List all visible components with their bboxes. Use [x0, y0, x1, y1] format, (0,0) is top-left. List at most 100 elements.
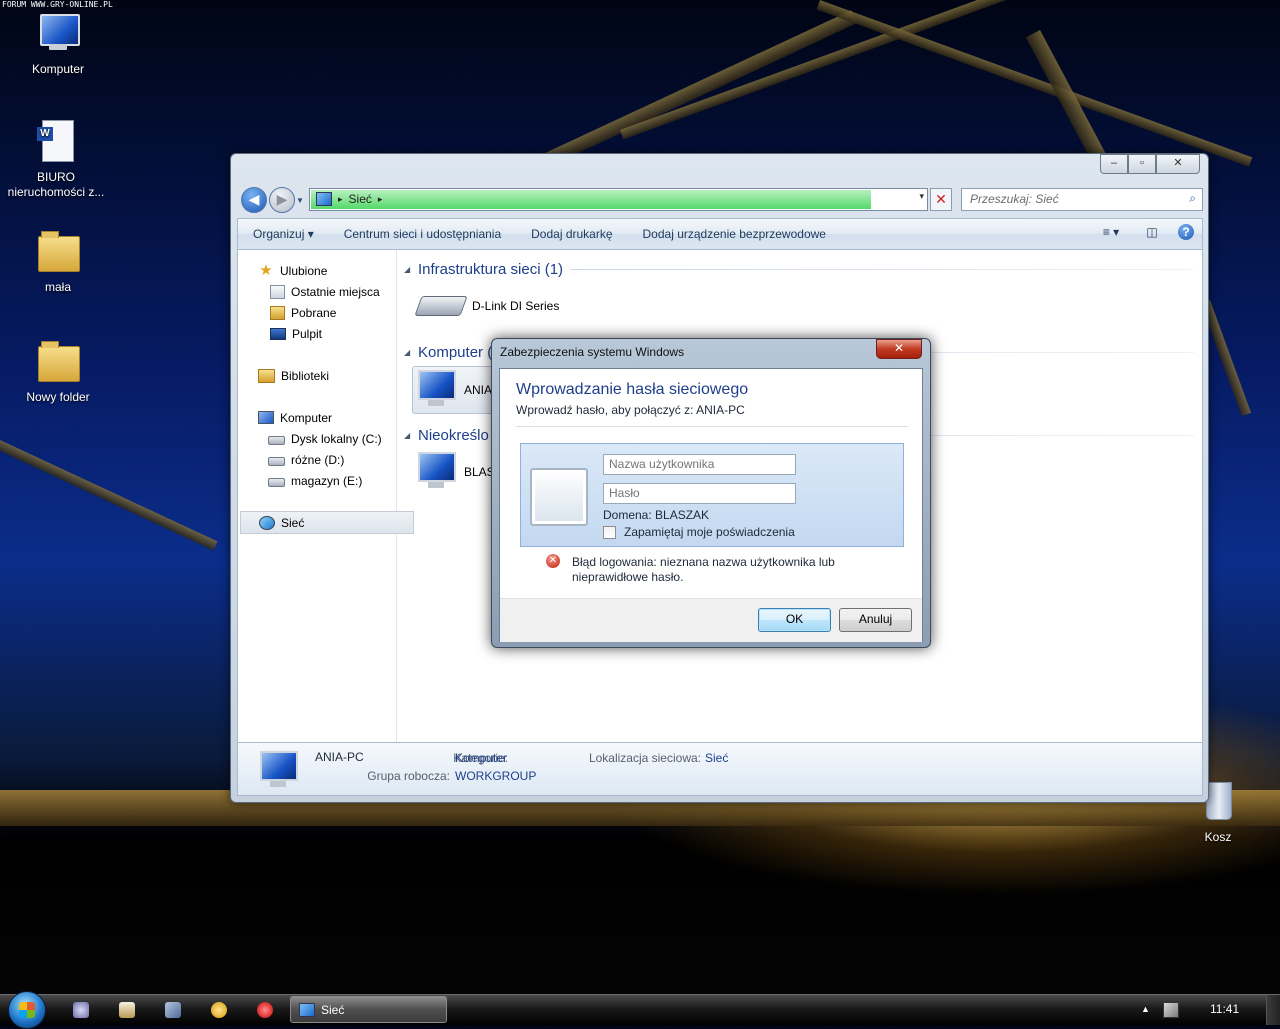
desktop-icon-mala[interactable]: mała	[2, 228, 114, 295]
clock[interactable]: 11:41	[1210, 1002, 1239, 1016]
taskbar-button-label: Sieć	[321, 1002, 345, 1017]
back-button[interactable]: ◀	[241, 187, 267, 213]
desktop-icon-komputer[interactable]: Komputer	[2, 10, 114, 77]
details-name: ANIA-PC	[315, 750, 364, 764]
nav-label: Sieć	[281, 515, 305, 530]
nav-item-drive-e[interactable]: magazyn (E:)	[238, 470, 426, 491]
command-bar: Organizuj ▾ Centrum sieci i udostępniani…	[237, 218, 1203, 249]
computer-icon	[258, 411, 274, 424]
caption-buttons: ‒ ▫ ✕	[1100, 154, 1200, 174]
group-title: Komputer (	[418, 343, 493, 361]
nav-label: Dysk lokalny (C:)	[291, 431, 382, 446]
collapse-triangle-icon[interactable]: ◢	[404, 265, 418, 274]
group-header-infrastructure[interactable]: ◢ Infrastruktura sieci (1)	[404, 259, 1194, 279]
file-item-ania-pc[interactable]: ANIA	[412, 366, 497, 414]
address-bar[interactable]: ▸ Sieć ▸ ▾	[309, 188, 928, 211]
nav-item-drive-c[interactable]: Dysk lokalny (C:)	[238, 428, 426, 449]
opera-browser-icon[interactable]	[257, 1002, 273, 1018]
nav-item-recent[interactable]: Ostatnie miejsca	[238, 281, 428, 302]
remember-label: Zapamiętaj moje poświadczenia	[624, 525, 795, 539]
stop-loading-button[interactable]: ✕	[930, 188, 952, 211]
breadcrumb-siec[interactable]: Sieć	[349, 192, 372, 206]
nav-item-downloads[interactable]: Pobrane	[238, 302, 428, 323]
details-category-value: Komputer	[455, 751, 508, 765]
credentials-dialog: Zabezpieczenia systemu Windows ✕ Wprowad…	[491, 338, 931, 648]
nav-label: różne (D:)	[291, 452, 345, 467]
quicklaunch-notepad-icon[interactable]	[119, 1002, 135, 1018]
downloads-folder-icon	[270, 305, 285, 320]
computer-icon	[34, 10, 82, 58]
views-icon[interactable]: ≡ ▾	[1096, 224, 1126, 240]
group-title: Infrastruktura sieci (1)	[418, 260, 564, 278]
domain-text: Domena: BLASZAK	[603, 508, 710, 522]
desktop-icon-label: BIURO nieruchomości z...	[7, 170, 105, 199]
checkbox-icon[interactable]	[603, 525, 616, 539]
dialog-footer: OK Anuluj	[500, 598, 922, 642]
group-title: Nieokreślo	[418, 426, 489, 444]
help-icon[interactable]: ?	[1178, 224, 1194, 240]
add-wireless-device-button[interactable]: Dodaj urządzenie bezprzewodowe	[628, 227, 841, 241]
nav-label: Komputer	[280, 410, 333, 425]
navigation-pane: ★ Ulubione Ostatnie miejsca Pobrane Pulp…	[238, 250, 414, 742]
preview-pane-icon[interactable]: ◫	[1144, 224, 1160, 240]
remember-credentials-checkbox[interactable]: Zapamiętaj moje poświadczenia	[603, 525, 795, 539]
nav-item-drive-d[interactable]: różne (D:)	[238, 449, 426, 470]
router-icon	[414, 296, 468, 316]
cancel-button[interactable]: Anuluj	[839, 608, 912, 632]
minimize-button[interactable]: ‒	[1100, 154, 1128, 174]
desktop-icon-label: mała	[44, 280, 71, 294]
nav-item-libraries[interactable]: Biblioteki	[238, 365, 416, 386]
collapse-triangle-icon[interactable]: ◢	[404, 348, 418, 357]
nav-item-computer[interactable]: Komputer	[238, 407, 416, 428]
file-item-blaszak[interactable]: BLAS	[416, 452, 495, 492]
nav-item-desktop[interactable]: Pulpit	[238, 323, 428, 344]
show-hidden-icons-icon[interactable]: ▲	[1141, 1004, 1150, 1014]
ok-button[interactable]: OK	[758, 608, 831, 632]
file-item-dlink[interactable]: D-Link DI Series	[414, 296, 559, 316]
address-bar-row: ◀ ▶ ▼ ▸ Sieć ▸ ▾ ✕ Przeszukaj: Sieć ⌕	[237, 184, 1203, 214]
computer-icon	[258, 751, 298, 791]
desktop-icon	[270, 327, 286, 340]
show-desktop-button[interactable]	[1266, 995, 1280, 1025]
network-center-button[interactable]: Centrum sieci i udostępniania	[329, 227, 516, 241]
magnifier-icon[interactable]: ⌕	[1189, 191, 1196, 206]
recent-places-icon	[270, 284, 285, 299]
details-location-value: Sieć	[705, 751, 729, 765]
nav-item-network[interactable]: Sieć	[240, 511, 414, 534]
quicklaunch-app-icon[interactable]	[73, 1002, 89, 1018]
dialog-close-button[interactable]: ✕	[876, 339, 922, 359]
dialog-body: Wprowadzanie hasła sieciowego Wprowadź h…	[499, 368, 923, 642]
password-field[interactable]	[603, 483, 796, 504]
desktop-icon-nowy-folder[interactable]: Nowy folder	[2, 338, 114, 405]
quicklaunch-app-icon[interactable]	[211, 1002, 227, 1018]
nav-label: Biblioteki	[281, 368, 330, 383]
details-pane: ANIA-PC Kategorie: Komputer Grupa robocz…	[237, 742, 1203, 796]
nav-label: Ulubione	[280, 263, 328, 278]
nav-item-favorites[interactable]: ★ Ulubione	[238, 260, 416, 281]
star-icon: ★	[259, 261, 273, 279]
drive-icon	[268, 478, 285, 487]
forward-button[interactable]: ▶	[269, 187, 295, 213]
start-button[interactable]	[8, 991, 46, 1029]
add-printer-button[interactable]: Dodaj drukarkę	[516, 227, 627, 241]
collapse-triangle-icon[interactable]: ◢	[404, 431, 418, 440]
organize-menu[interactable]: Organizuj ▾	[238, 227, 329, 241]
taskbar-button-siec[interactable]: Sieć	[290, 996, 447, 1023]
dialog-title: Zabezpieczenia systemu Windows	[500, 345, 685, 359]
watermark-text: FORUM WWW.GRY-ONLINE.PL	[2, 0, 113, 9]
search-input[interactable]: Przeszukaj: Sieć ⌕	[961, 188, 1203, 211]
close-button[interactable]: ✕	[1156, 154, 1200, 174]
network-icon	[299, 1002, 315, 1017]
network-status-icon[interactable]	[1163, 1002, 1179, 1018]
desktop-icon-label: Kosz	[1204, 830, 1232, 844]
maximize-button[interactable]: ▫	[1128, 154, 1156, 174]
error-text: Błąd logowania: nieznana nazwa użytkowni…	[572, 555, 835, 584]
quicklaunch-window-icon[interactable]	[165, 1002, 181, 1018]
history-dropdown-icon[interactable]: ▼	[296, 196, 304, 205]
breadcrumb-separator[interactable]: ▸	[378, 194, 383, 205]
desktop-icon-biuro[interactable]: BIURO nieruchomości z...	[0, 118, 112, 200]
word-document-icon	[32, 118, 80, 166]
details-location-label: Lokalizacja sieciowa:	[588, 751, 701, 765]
address-dropdown-icon[interactable]: ▾	[919, 191, 924, 202]
username-field[interactable]	[603, 454, 796, 475]
